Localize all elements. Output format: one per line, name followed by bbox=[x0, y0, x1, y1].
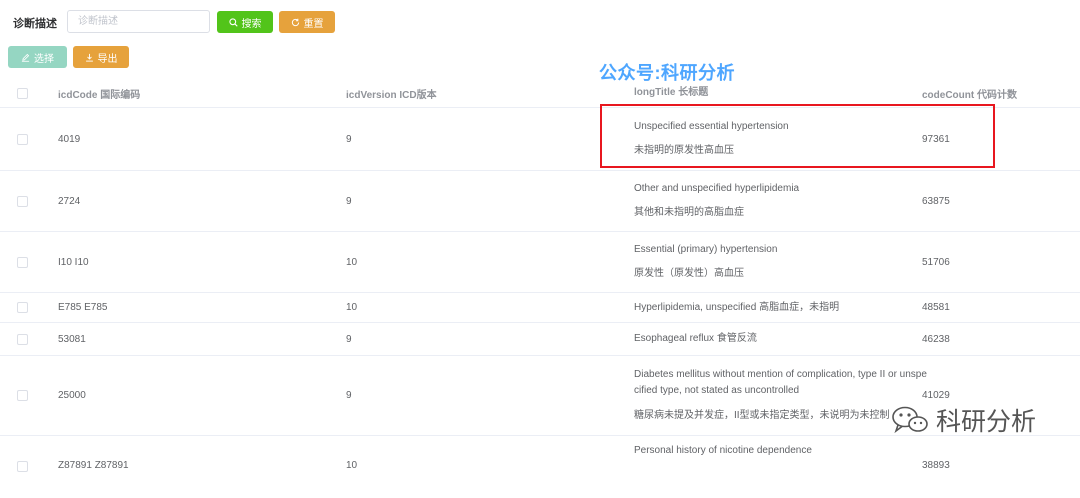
table-row[interactable]: 2724 9 Other and unspecified hyperlipide… bbox=[0, 171, 1080, 232]
code-count-cell: 51706 bbox=[922, 256, 950, 268]
reset-button[interactable]: 重置 bbox=[279, 11, 335, 33]
long-title-cell: Essential (primary) hypertension 原发性（原发性… bbox=[634, 232, 912, 292]
select-all-checkbox[interactable] bbox=[17, 87, 28, 99]
icd-code-cell: Z87891 Z87891 bbox=[58, 460, 129, 471]
table-row[interactable]: Z87891 Z87891 10 Personal history of nic… bbox=[0, 436, 1080, 498]
icd-code-cell: 53081 bbox=[58, 333, 86, 345]
table-row[interactable]: 4019 9 Unspecified essential hypertensio… bbox=[0, 108, 1080, 171]
title-en: Personal history of nicotine dependence bbox=[634, 445, 812, 456]
row-checkbox[interactable] bbox=[17, 302, 28, 313]
watermark-bottom: 科研分析 bbox=[890, 402, 1036, 438]
long-title-cell: Hyperlipidemia, unspecified 高脂血症，未指明 bbox=[634, 293, 912, 322]
code-count-cell: 38893 bbox=[922, 460, 950, 471]
long-title-cell: Unspecified essential hypertension 未指明的原… bbox=[634, 108, 912, 170]
icd-version-cell: 9 bbox=[346, 390, 352, 401]
table-row[interactable]: I10 I10 10 Essential (primary) hypertens… bbox=[0, 232, 1080, 293]
search-input[interactable] bbox=[67, 10, 210, 33]
select-button[interactable]: 选择 bbox=[8, 46, 67, 68]
search-label: 诊断描述 bbox=[13, 18, 57, 30]
title-en: Essential (primary) hypertension bbox=[634, 244, 778, 255]
refresh-icon bbox=[291, 18, 299, 26]
long-title-cell: Esophageal reflux 食管反流 bbox=[634, 323, 912, 355]
title-cn: 其他和未指明的高脂血症 bbox=[634, 207, 744, 218]
code-count-cell: 63875 bbox=[922, 195, 950, 207]
row-checkbox[interactable] bbox=[17, 333, 28, 345]
export-button-label: 导出 bbox=[97, 53, 118, 65]
search-button[interactable]: 搜索 bbox=[217, 11, 273, 33]
title-en: Esophageal reflux 食管反流 bbox=[634, 333, 757, 344]
title-en: Unspecified essential hypertension bbox=[634, 121, 789, 132]
icd-version-cell: 10 bbox=[346, 302, 358, 313]
icd-code-cell: 25000 bbox=[58, 390, 86, 401]
select-button-label: 选择 bbox=[34, 53, 54, 65]
search-button-label: 搜索 bbox=[241, 18, 262, 30]
table-row[interactable]: E785 E785 10 Hyperlipidemia, unspecified… bbox=[0, 293, 1080, 323]
icd-version-cell: 10 bbox=[346, 256, 358, 268]
title-en: Diabetes mellitus without mention of com… bbox=[634, 369, 927, 380]
title-cn: 原发性（原发性）高血压 bbox=[634, 268, 744, 279]
reset-button-label: 重置 bbox=[303, 18, 324, 30]
search-icon bbox=[228, 17, 238, 27]
long-title-cell: Diabetes mellitus without mention of com… bbox=[634, 356, 927, 435]
icd-code-cell: I10 I10 bbox=[58, 256, 89, 268]
icd-code-cell: 4019 bbox=[58, 133, 81, 145]
icd-version-cell: 9 bbox=[346, 195, 352, 207]
row-checkbox[interactable] bbox=[17, 195, 28, 207]
icd-code-cell: E785 E785 bbox=[58, 302, 108, 313]
long-title-cell: Other and unspecified hyperlipidemia 其他和… bbox=[634, 171, 912, 231]
header-icd-version[interactable]: icdVersion ICD版本 bbox=[346, 79, 437, 107]
download-icon bbox=[85, 53, 93, 62]
header-icd-code[interactable]: icdCode 国际编码 bbox=[58, 79, 140, 107]
title-en: Hyperlipidemia, unspecified 高脂血症，未指明 bbox=[634, 301, 840, 313]
export-button[interactable]: 导出 bbox=[73, 46, 129, 68]
icd-version-cell: 9 bbox=[346, 133, 352, 145]
table-header-row: icdCode 国际编码 icdVersion ICD版本 longTitle … bbox=[0, 79, 1080, 108]
row-checkbox[interactable] bbox=[17, 256, 28, 268]
icd-code-cell: 2724 bbox=[58, 195, 81, 207]
code-count-cell: 46238 bbox=[922, 333, 950, 345]
long-title-cell: Personal history of nicotine dependence bbox=[634, 445, 912, 457]
code-count-cell: 97361 bbox=[922, 133, 950, 145]
edit-icon bbox=[21, 53, 30, 62]
icd-version-cell: 10 bbox=[346, 460, 358, 471]
table-row[interactable]: 53081 9 Esophageal reflux 食管反流 46238 bbox=[0, 323, 1080, 356]
title-en-continued: cified type, not stated as uncontrolled bbox=[634, 385, 800, 396]
title-en: Other and unspecified hyperlipidemia bbox=[634, 183, 800, 194]
title-cn: 糖尿病未提及并发症，II型或未指定类型，未说明为未控制 bbox=[634, 410, 890, 421]
row-checkbox[interactable] bbox=[17, 390, 28, 401]
row-checkbox[interactable] bbox=[17, 133, 28, 145]
header-code-count[interactable]: codeCount 代码计数 bbox=[922, 79, 1017, 107]
header-long-title[interactable]: longTitle 长标题 bbox=[634, 79, 912, 107]
wechat-icon bbox=[892, 406, 928, 434]
code-count-cell: 48581 bbox=[922, 302, 950, 313]
icd-version-cell: 9 bbox=[346, 333, 352, 345]
title-cn: 未指明的原发性高血压 bbox=[634, 145, 734, 156]
watermark-bottom-text: 科研分析 bbox=[936, 407, 1037, 436]
